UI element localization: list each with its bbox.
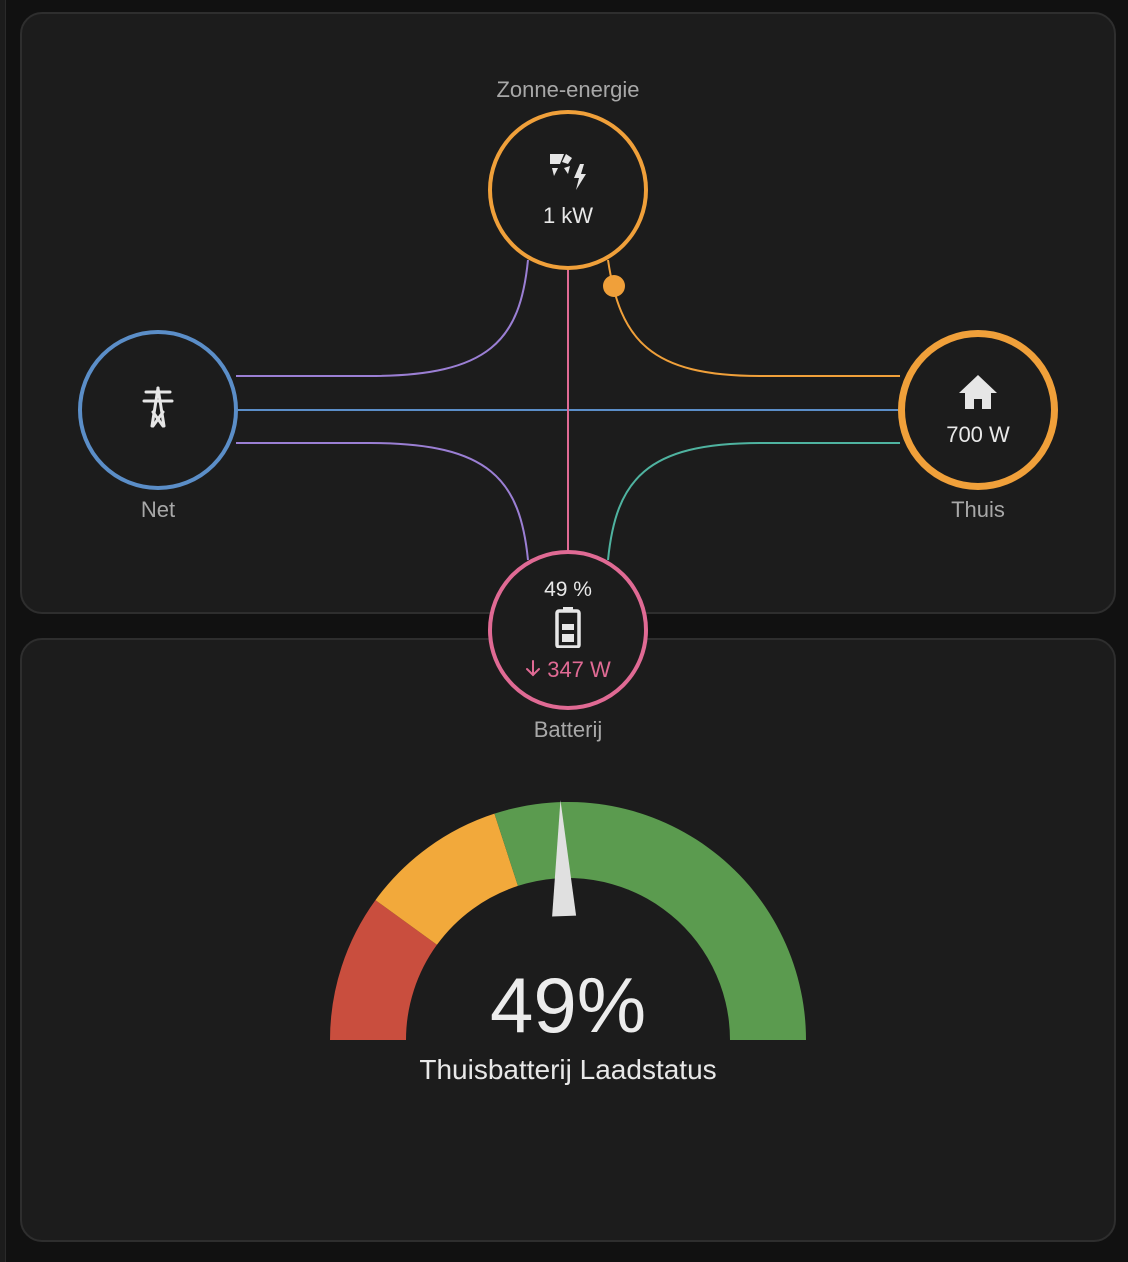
battery-icon [555,606,581,653]
solar-value: 1 kW [542,202,594,228]
flow-dot-solar-home [603,275,625,297]
flow-line-grid-solar [236,259,529,377]
battery-percent: 49 % [544,577,592,601]
gauge-value: 49% [489,961,647,1049]
transmission-tower-icon [138,386,178,435]
flow-line-solar-home [607,259,900,377]
home-icon [957,373,999,416]
grid-node[interactable] [78,330,238,490]
gauge-name[interactable]: Thuisbatterij Laadstatus [268,1054,868,1086]
battery-power-value: 347 W [547,656,611,682]
solar-node[interactable]: 1 kW [488,110,648,270]
grid-label: Net [140,497,176,522]
battery-label: Batterij [533,717,603,742]
battery-node[interactable]: 49 % 347 W [488,550,648,710]
home-value: 700 W [946,421,1010,447]
solar-power-icon [546,152,590,197]
flow-line-battery-home [607,442,900,561]
arrow-down-icon [525,657,541,683]
flow-line-grid-battery [236,442,529,561]
home-node[interactable]: 700 W [898,330,1058,490]
home-label: Thuis [951,497,1005,522]
battery-power: 347 W [525,657,611,683]
solar-label: Zonne-energie [496,77,640,102]
